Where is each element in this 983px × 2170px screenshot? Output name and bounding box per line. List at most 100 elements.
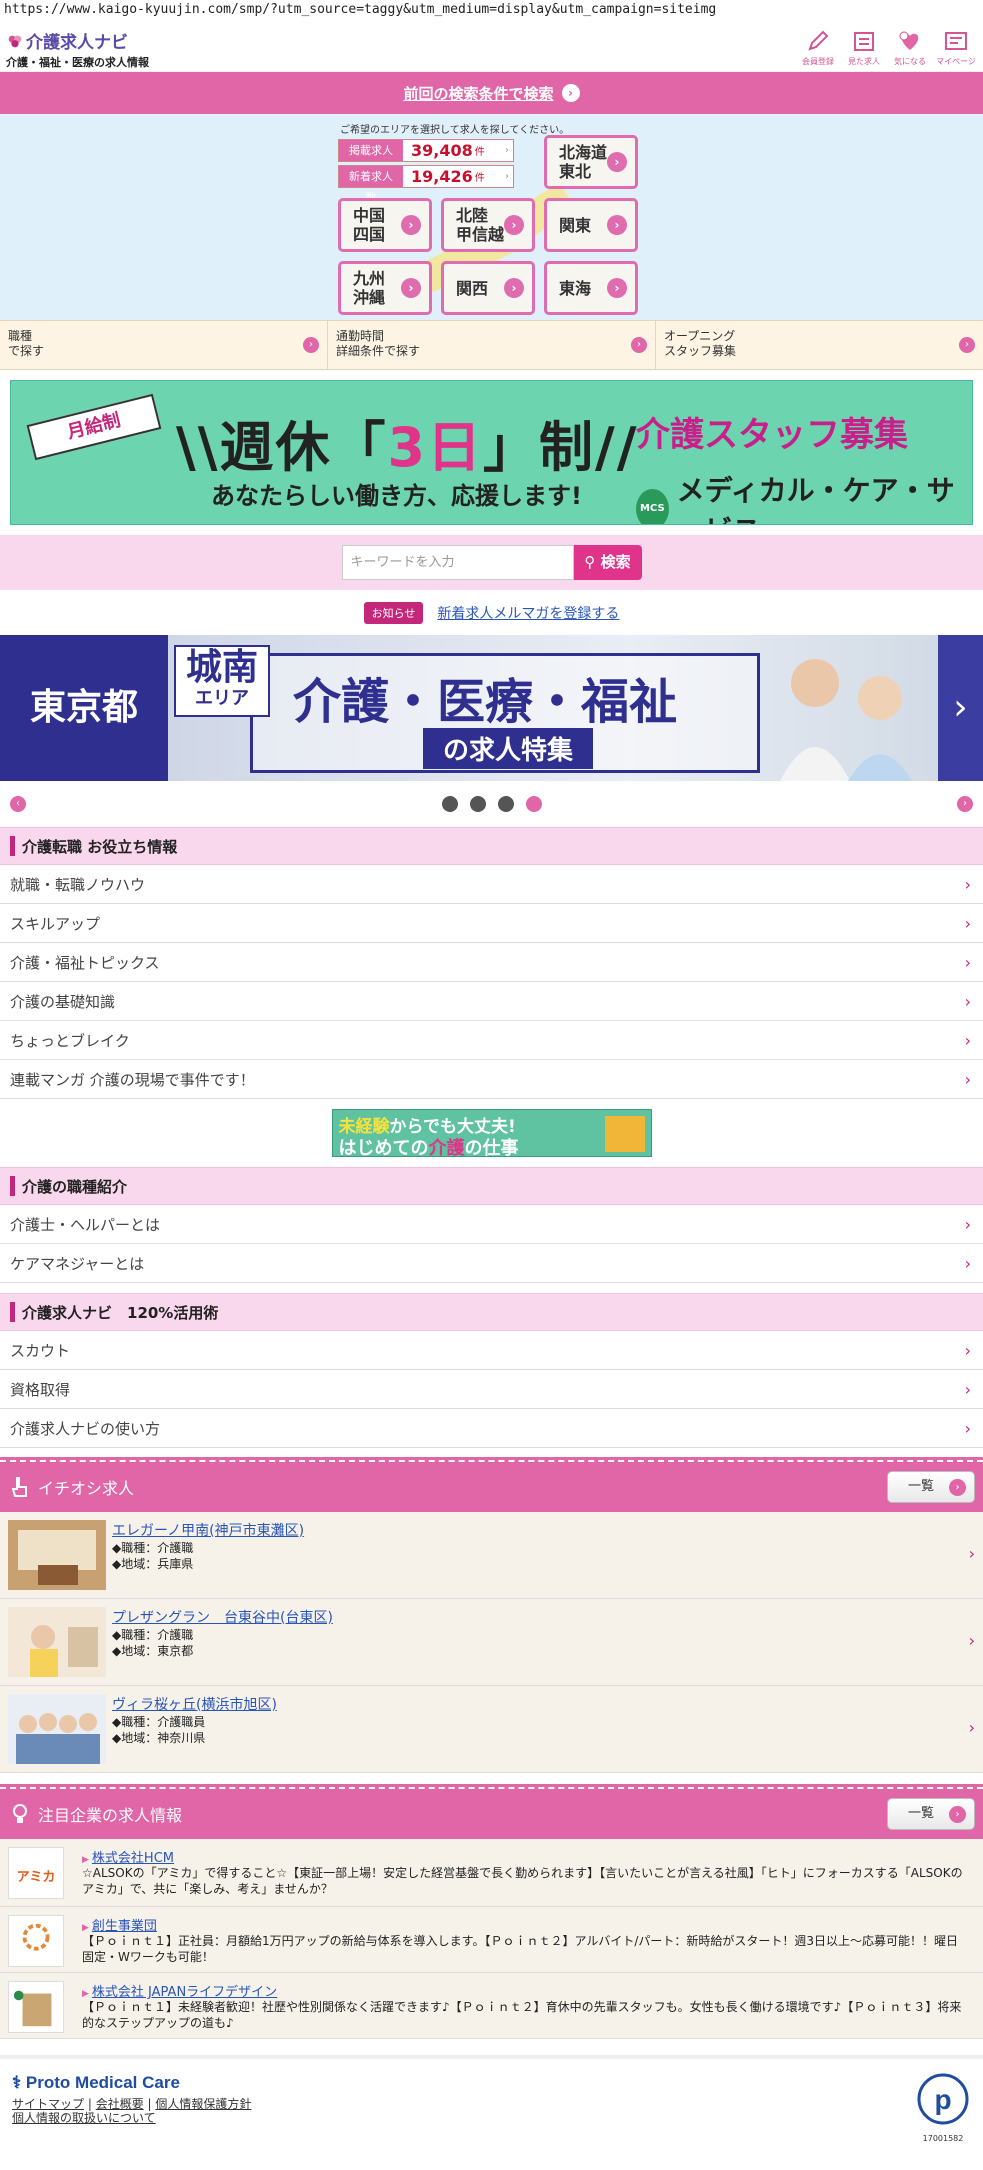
list-item[interactable]: スキルアップ › bbox=[0, 904, 983, 943]
job-area: ◆地域：神奈川県 bbox=[112, 1731, 206, 1745]
prev-search-button[interactable]: 前回の検索条件で検索 › bbox=[0, 72, 983, 114]
site-logo[interactable]: 介護求人ナビ 介護・福祉・医療の求人情報 bbox=[6, 28, 149, 70]
mypage-button[interactable]: マイページ bbox=[933, 27, 979, 67]
newsletter-link[interactable]: 新着求人メルマガを登録する bbox=[437, 603, 619, 623]
carousel-dot[interactable] bbox=[497, 796, 514, 812]
company-item[interactable]: 創生事業団 【Ｐｏｉｎｔ１】正社員：月額給1万円アップの新給与体系を導入します。… bbox=[0, 1907, 983, 1973]
keyword-input[interactable]: キーワードを入力 bbox=[341, 545, 574, 580]
mcs-logo: MCS bbox=[636, 489, 669, 524]
list-item[interactable]: スカウト › bbox=[0, 1331, 983, 1370]
list-item[interactable]: 就職・転職ノウハウ › bbox=[0, 865, 983, 904]
arrow-right-icon: › bbox=[504, 215, 524, 235]
new-unit: 件 bbox=[474, 173, 485, 184]
privacy-policy-link[interactable]: 個人情報保護方針 bbox=[155, 2097, 251, 2111]
region-label: 北海道 東北 bbox=[559, 143, 608, 181]
job-name[interactable]: ヴィラ桜ヶ丘(横浜市旭区) bbox=[112, 1694, 277, 1714]
beginner-banner-link[interactable]: 未経験からでも大丈夫! はじめての介護の仕事 bbox=[331, 1109, 652, 1159]
viewed-jobs-button[interactable]: 見た求人 bbox=[841, 27, 887, 67]
list-item[interactable]: 連載マンガ 介護の現場で事件です！ › bbox=[0, 1060, 983, 1099]
region-kansai[interactable]: 関西 › bbox=[441, 261, 535, 315]
region-chugoku-shikoku[interactable]: 中国 四国 › bbox=[338, 198, 432, 252]
url-bar[interactable]: https://www.kaigo-kyuujin.com/smp/?utm_s… bbox=[0, 0, 983, 22]
job-type: ◆職種：介護職 bbox=[112, 1628, 194, 1642]
chevron-right-icon: › bbox=[964, 1254, 971, 1273]
region-label: 関東 bbox=[559, 215, 592, 235]
ad-banner-mcs[interactable]: 月給制 \\週休「3日」制// あなたらしい働き方、応援します! 介護スタッフ募… bbox=[10, 380, 973, 525]
company-name[interactable]: 株式会社 JAPANライフデザイン bbox=[82, 1981, 277, 2000]
region-label: 九州 沖縄 bbox=[353, 269, 386, 307]
list-item[interactable]: 介護の基礎知識 › bbox=[0, 982, 983, 1021]
list-item-label: ちょっとブレイク bbox=[10, 1031, 130, 1050]
job-name[interactable]: エレガーノ甲南(神戸市東灘区) bbox=[112, 1520, 304, 1540]
region-hokkaido-tohoku[interactable]: 北海道 東北 › bbox=[544, 135, 638, 189]
featured-list-button[interactable]: 一覧 › bbox=[887, 1798, 975, 1830]
carousel-dot[interactable] bbox=[469, 796, 486, 812]
job-item[interactable]: プレザングラン 台東谷中(台東区) ◆職種：介護職 ◆地域：東京都 › bbox=[0, 1599, 983, 1686]
opening-staff[interactable]: オープニング スタッフ募集 › bbox=[656, 321, 983, 369]
favorites-button[interactable]: 気になる bbox=[887, 27, 933, 67]
chevron-right-icon: › bbox=[964, 1380, 971, 1399]
register-button[interactable]: 会員登録 bbox=[795, 27, 841, 67]
svg-text:p: p bbox=[934, 2084, 951, 2115]
list-item[interactable]: 介護士・ヘルパーとは › bbox=[0, 1205, 983, 1244]
list-item[interactable]: ケアマネジャーとは › bbox=[0, 1244, 983, 1283]
footer-links: サイトマップ | 会社概要 | 個人情報保護方針 個人情報の取扱いについて bbox=[12, 2097, 252, 2125]
company-logo bbox=[8, 1981, 64, 2033]
logo-text: アミカ bbox=[16, 1870, 56, 1885]
site-footer: ⚕ Proto Medical Care サイトマップ | 会社概要 | 個人情… bbox=[0, 2055, 983, 2145]
site-header: 介護求人ナビ 介護・福祉・医療の求人情報 会員登録 見た求人 気になる マイペー… bbox=[0, 22, 983, 72]
job-name[interactable]: プレザングラン 台東谷中(台東区) bbox=[112, 1607, 333, 1627]
privacy-handling-link[interactable]: 個人情報の取扱いについて bbox=[12, 2111, 156, 2125]
company-name[interactable]: 株式会社HCM bbox=[82, 1847, 174, 1866]
company-item[interactable]: 株式会社 JAPANライフデザイン 【Ｐｏｉｎｔ１】未経験者歓迎！社歴や性別関係… bbox=[0, 1973, 983, 2039]
list-item[interactable]: ちょっとブレイク › bbox=[0, 1021, 983, 1060]
area-sub: エリア bbox=[195, 688, 249, 709]
mypage-icon bbox=[945, 32, 967, 50]
chevron-right-icon: › bbox=[964, 992, 971, 1011]
region-hokuriku-koshinetsu[interactable]: 北陸 甲信越 › bbox=[441, 198, 535, 252]
listed-label: 掲載求人数 bbox=[339, 140, 403, 178]
area-message: ご希望のエリアを選択して求人を探してください。 bbox=[340, 125, 570, 136]
headline-num: 3日 bbox=[387, 416, 484, 479]
company-logo bbox=[8, 1915, 64, 1967]
carousel-next-small-button[interactable]: › bbox=[957, 796, 973, 812]
carousel-next-button[interactable]: › bbox=[938, 635, 983, 781]
register-label: 会員登録 bbox=[802, 57, 834, 66]
pickup-title: イチオシ求人 bbox=[38, 1479, 135, 1498]
carousel-prev-button[interactable]: ‹ bbox=[10, 796, 26, 812]
search-by-commute[interactable]: 通勤時間 詳細条件で探す › bbox=[328, 321, 656, 369]
banner-headline: \\週休「3日」制// bbox=[176, 403, 638, 482]
pickup-list-button[interactable]: 一覧 › bbox=[887, 1471, 975, 1503]
carousel-dot-active[interactable] bbox=[525, 796, 542, 812]
l2c: の仕事 bbox=[464, 1138, 519, 1159]
carousel-dot[interactable] bbox=[441, 796, 458, 812]
keyword-search-button[interactable]: ⚲ 検索 bbox=[573, 545, 642, 580]
arrow-right-icon: › bbox=[607, 278, 627, 298]
sitemap-link[interactable]: サイトマップ bbox=[12, 2097, 84, 2111]
chevron-right-icon: › bbox=[964, 1031, 971, 1050]
search-by-job-type[interactable]: 職種 で探す › bbox=[0, 321, 328, 369]
list-item[interactable]: 介護・福祉トピックス › bbox=[0, 943, 983, 982]
list-item[interactable]: 資格取得 › bbox=[0, 1370, 983, 1409]
list-item-label: スカウト bbox=[10, 1341, 71, 1360]
arrow-right-icon: › bbox=[401, 278, 421, 298]
region-kyushu-okinawa[interactable]: 九州 沖縄 › bbox=[338, 261, 432, 315]
list-item[interactable]: 介護求人ナビの使い方 › bbox=[0, 1409, 983, 1448]
company-item[interactable]: アミカ 株式会社HCM ☆ALSOKの「アミカ」で得すること☆【東証一部上場！安… bbox=[0, 1839, 983, 1907]
region-tokai[interactable]: 東海 › bbox=[544, 261, 638, 315]
arrow-right-icon: › bbox=[401, 215, 421, 235]
banner-area: 城南 エリア bbox=[174, 645, 270, 717]
list-label: 一覧 bbox=[908, 1806, 935, 1821]
region-kanto[interactable]: 関東 › bbox=[544, 198, 638, 252]
region-label: 北陸 甲信越 bbox=[456, 206, 505, 244]
company-name[interactable]: 創生事業団 bbox=[82, 1915, 157, 1934]
chevron-right-icon: › bbox=[964, 953, 971, 972]
company-link[interactable]: 会社概要 bbox=[96, 2097, 144, 2111]
job-item[interactable]: エレガーノ甲南(神戸市東灘区) ◆職種：介護職 ◆地域：兵庫県 › bbox=[0, 1512, 983, 1599]
job-item[interactable]: ヴィラ桜ヶ丘(横浜市旭区) ◆職種：介護職員 ◆地域：神奈川県 › bbox=[0, 1686, 983, 1773]
sousei-logo-icon bbox=[22, 1923, 50, 1951]
footer-brand: ⚕ Proto Medical Care bbox=[12, 2073, 180, 2093]
flower-logo-icon bbox=[8, 35, 22, 47]
subnav-label: 職種 で探す bbox=[8, 329, 45, 358]
feature-banner-tokyo[interactable]: 東京都 介護・医療・福祉 の求人特集 城南 エリア › bbox=[0, 635, 983, 781]
